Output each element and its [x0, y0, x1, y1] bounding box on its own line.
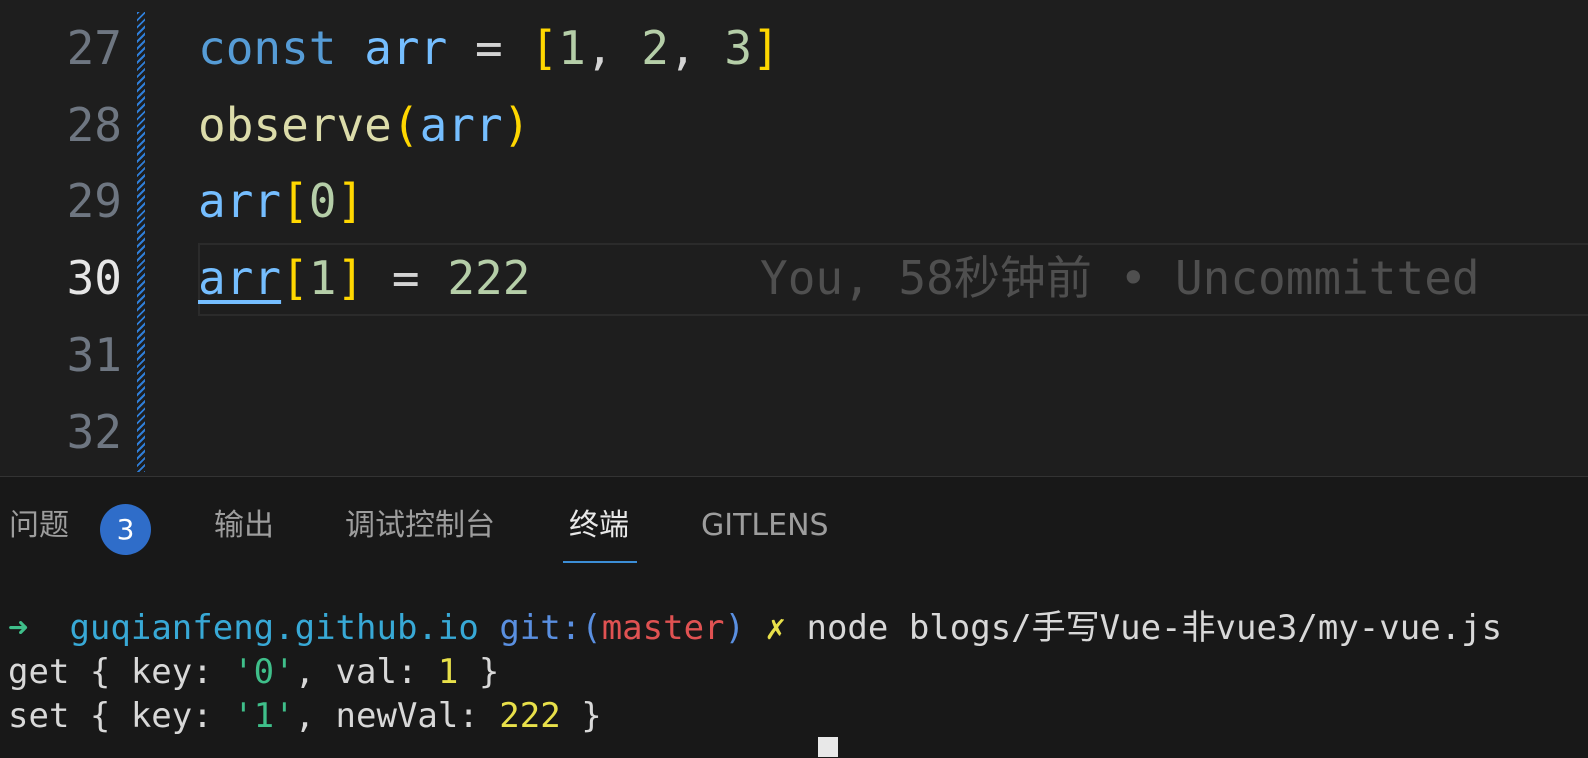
terminal-output-line: set { key: '1', newVal: 222 } — [8, 694, 602, 738]
tab-gitlens[interactable]: GITLENS — [701, 477, 829, 567]
bracket: [ — [530, 21, 559, 75]
code-line-27[interactable]: const arr = [1, 2, 3] — [198, 10, 780, 87]
variable: arr — [364, 21, 448, 75]
output-text: , newVal: — [294, 696, 500, 736]
line-number: 31 — [66, 328, 122, 382]
function-name: observe — [198, 98, 392, 152]
output-number: 1 — [437, 652, 459, 692]
line-number-active: 30 — [66, 251, 122, 305]
number: 2 — [641, 21, 669, 75]
paren: ) — [502, 98, 531, 152]
bracket: [ — [281, 174, 309, 228]
panel-tabs: 问题 3 输出 调试控制台 终端 GITLENS — [0, 477, 1588, 567]
git-change-gutter-indicator[interactable] — [137, 12, 145, 472]
tab-output[interactable]: 输出 — [214, 477, 274, 567]
bracket: [ — [281, 251, 309, 305]
variable: arr — [198, 174, 282, 228]
line-number: 29 — [66, 174, 122, 228]
comma: , — [585, 21, 614, 75]
output-number: 222 — [499, 696, 561, 736]
tab-terminal[interactable]: 终端 — [569, 477, 629, 567]
number: 0 — [308, 174, 337, 228]
problems-count-badge: 3 — [100, 504, 151, 555]
number: 222 — [447, 251, 531, 305]
operator: = — [474, 21, 503, 75]
output-string: '1' — [233, 696, 295, 736]
variable: arr — [419, 98, 503, 152]
bracket: ] — [336, 251, 365, 305]
line-number: 28 — [66, 98, 122, 152]
paren: ) — [724, 608, 746, 648]
git-branch: master — [601, 608, 725, 648]
output-text: } — [458, 652, 500, 692]
prompt-arrow-icon: ➜ — [8, 608, 29, 648]
tab-debug-console[interactable]: 调试控制台 — [345, 477, 495, 567]
terminal-output-line: get { key: '0', val: 1 } — [8, 650, 499, 694]
terminal-command: node blogs/手写Vue-非vue3/my-vue.js — [806, 608, 1503, 648]
paren: ( — [391, 98, 420, 152]
output-text: } — [560, 696, 602, 736]
output-text: get { key: — [8, 652, 234, 692]
code-line-28[interactable]: observe(arr) — [198, 87, 530, 164]
active-tab-indicator — [563, 561, 637, 563]
code-line-29[interactable]: arr[0] — [198, 163, 364, 240]
gitlens-inline-blame[interactable]: You, 58秒钟前 • Uncommitted — [760, 240, 1480, 317]
variable: arr — [198, 251, 282, 305]
output-text: set { key: — [8, 696, 234, 736]
number: 1 — [308, 251, 337, 305]
bottom-panel: 问题 3 输出 调试控制台 终端 GITLENS ➜ guqianfeng.gi… — [0, 477, 1588, 758]
paren: ( — [581, 608, 602, 648]
terminal-next-prompt[interactable] — [8, 737, 838, 758]
bracket: ] — [752, 21, 780, 75]
dirty-mark-icon: ✗ — [765, 608, 786, 648]
prompt-directory: guqianfeng.github.io — [69, 608, 479, 648]
terminal-prompt-line[interactable]: ➜ guqianfeng.github.io git:(master) ✗ no… — [8, 606, 1502, 650]
terminal-cursor — [818, 737, 838, 757]
tab-label: 问题 — [9, 508, 69, 543]
line-number: 32 — [66, 405, 122, 459]
number: 1 — [558, 21, 586, 75]
comma: , — [668, 21, 697, 75]
tab-problems[interactable]: 问题 — [9, 477, 69, 567]
number: 3 — [724, 21, 753, 75]
code-line-30[interactable]: arr[1] = 222 — [198, 240, 530, 317]
keyword: const — [198, 21, 337, 75]
output-text: , val: — [294, 652, 438, 692]
output-string: '0' — [233, 652, 295, 692]
code-editor[interactable]: 27 28 29 30 31 32 const arr = [1, 2, 3] … — [0, 0, 1588, 476]
operator: = — [391, 251, 420, 305]
git-label: git: — [499, 608, 582, 648]
line-number: 27 — [66, 21, 122, 75]
bracket: ] — [336, 174, 365, 228]
